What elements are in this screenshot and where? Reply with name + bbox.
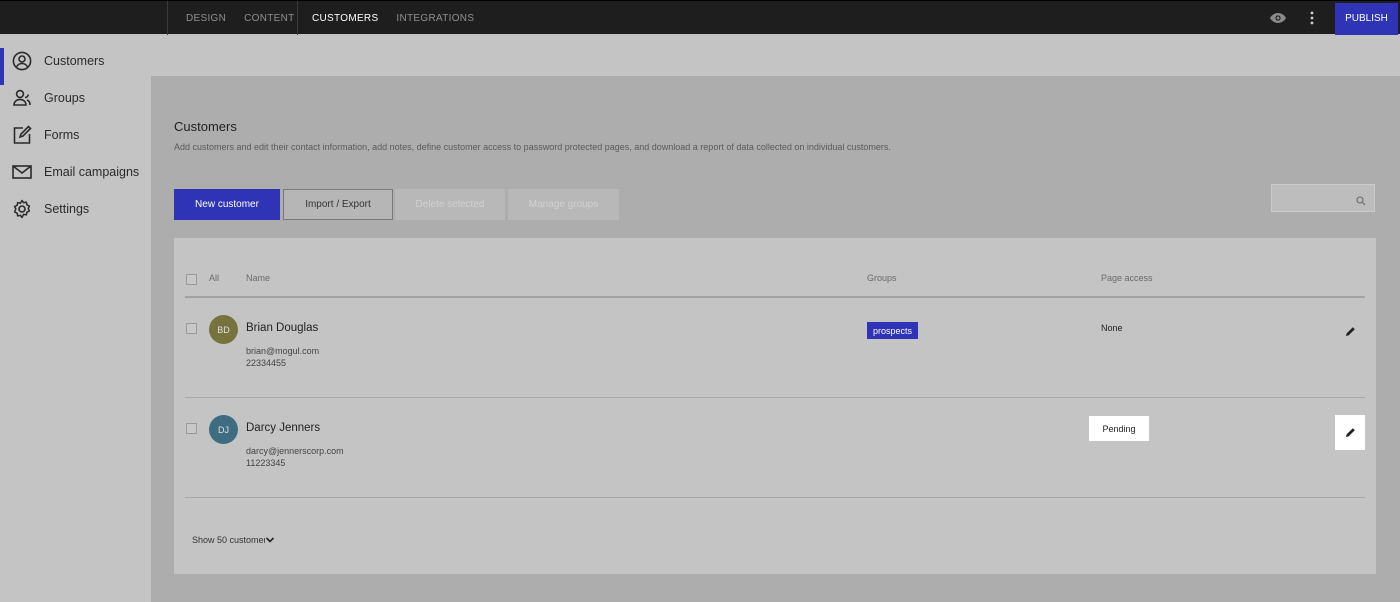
envelope-icon <box>11 161 33 183</box>
sidebar-item-groups[interactable]: Groups <box>0 79 151 116</box>
sidebar-item-label: Settings <box>44 201 90 216</box>
top-actions: PUBLISH <box>1265 1 1400 35</box>
header-name: Name <box>246 273 271 283</box>
sidebar-item-customers[interactable]: Customers <box>0 42 151 85</box>
customer-phone: 22334455 <box>246 358 287 368</box>
user-circle-icon <box>11 50 33 72</box>
search-input[interactable] <box>1271 184 1375 212</box>
manage-groups-button[interactable]: Manage groups <box>508 189 619 220</box>
page-access-value: None <box>1101 323 1123 333</box>
avatar: BD <box>209 315 238 344</box>
customers-table: All Name Groups Page access BD Brian Dou… <box>174 238 1376 574</box>
row-checkbox[interactable] <box>186 323 197 334</box>
customer-phone: 11223345 <box>246 458 286 468</box>
customer-name: Darcy Jenners <box>246 422 321 434</box>
page-access-status-badge[interactable]: Pending <box>1089 416 1149 441</box>
tab-content[interactable]: CONTENT <box>244 13 294 24</box>
sidebar-item-label: Forms <box>44 127 80 142</box>
users-group-icon <box>11 87 33 109</box>
sidebar-item-label: Customers <box>44 53 105 68</box>
sidebar-item-settings[interactable]: Settings <box>0 190 151 227</box>
sidebar-item-email-campaigns[interactable]: Email campaigns <box>0 153 151 190</box>
sidebar-item-label: Email campaigns <box>44 164 140 179</box>
top-bar: DESIGN CONTENT CUSTOMERS INTEGRATIONS PU… <box>0 0 1400 35</box>
pencil-icon[interactable] <box>1335 314 1365 349</box>
customer-email: brian@mogul.com <box>246 346 320 356</box>
page-title: Customers <box>174 119 237 134</box>
customer-name: Brian Douglas <box>246 322 319 334</box>
vertical-dots-icon[interactable] <box>1299 1 1325 35</box>
delete-selected-button[interactable]: Delete selected <box>395 189 505 220</box>
sidebar: Customers Groups Forms Email campaigns S… <box>0 34 151 602</box>
main-content: Customers Add customers and edit their c… <box>151 76 1400 602</box>
page-description: Add customers and edit their contact inf… <box>174 142 891 152</box>
select-all-checkbox[interactable] <box>186 274 197 285</box>
import-export-button[interactable]: Import / Export <box>283 189 393 220</box>
group-tag: prospects <box>867 322 919 339</box>
table-row[interactable]: DJ Darcy Jenners darcy@jennerscorp.com 1… <box>185 398 1365 498</box>
sidebar-item-label: Groups <box>44 90 85 105</box>
page-size-selector[interactable]: Show 50 customers <box>192 535 275 545</box>
avatar: DJ <box>209 415 238 444</box>
pencil-icon[interactable] <box>1335 415 1365 450</box>
page-size-label: Show 50 customers <box>192 535 265 545</box>
tab-design[interactable]: DESIGN <box>186 13 226 24</box>
header-all: All <box>209 273 220 283</box>
header-groups: Groups <box>867 273 897 283</box>
top-nav-group-manage: CUSTOMERS INTEGRATIONS <box>298 1 492 35</box>
search-icon <box>1356 193 1366 211</box>
table-row[interactable]: BD Brian Douglas brian@mogul.com 2233445… <box>185 298 1365 398</box>
gear-icon <box>11 198 33 220</box>
tab-customers[interactable]: CUSTOMERS <box>312 13 378 24</box>
brand-area <box>0 1 168 35</box>
sidebar-item-forms[interactable]: Forms <box>0 116 151 153</box>
publish-button[interactable]: PUBLISH <box>1335 2 1398 35</box>
form-edit-icon <box>11 124 33 146</box>
top-nav-group-site: DESIGN CONTENT <box>168 1 298 35</box>
chevron-down-icon <box>265 537 275 543</box>
header-page-access: Page access <box>1101 273 1153 283</box>
customer-email: darcy@jennerscorp.com <box>246 446 344 456</box>
row-checkbox[interactable] <box>186 423 197 434</box>
eye-icon[interactable] <box>1265 1 1291 35</box>
tab-integrations[interactable]: INTEGRATIONS <box>396 13 474 24</box>
table-header: All Name Groups Page access <box>185 238 1365 298</box>
new-customer-button[interactable]: New customer <box>174 189 280 220</box>
